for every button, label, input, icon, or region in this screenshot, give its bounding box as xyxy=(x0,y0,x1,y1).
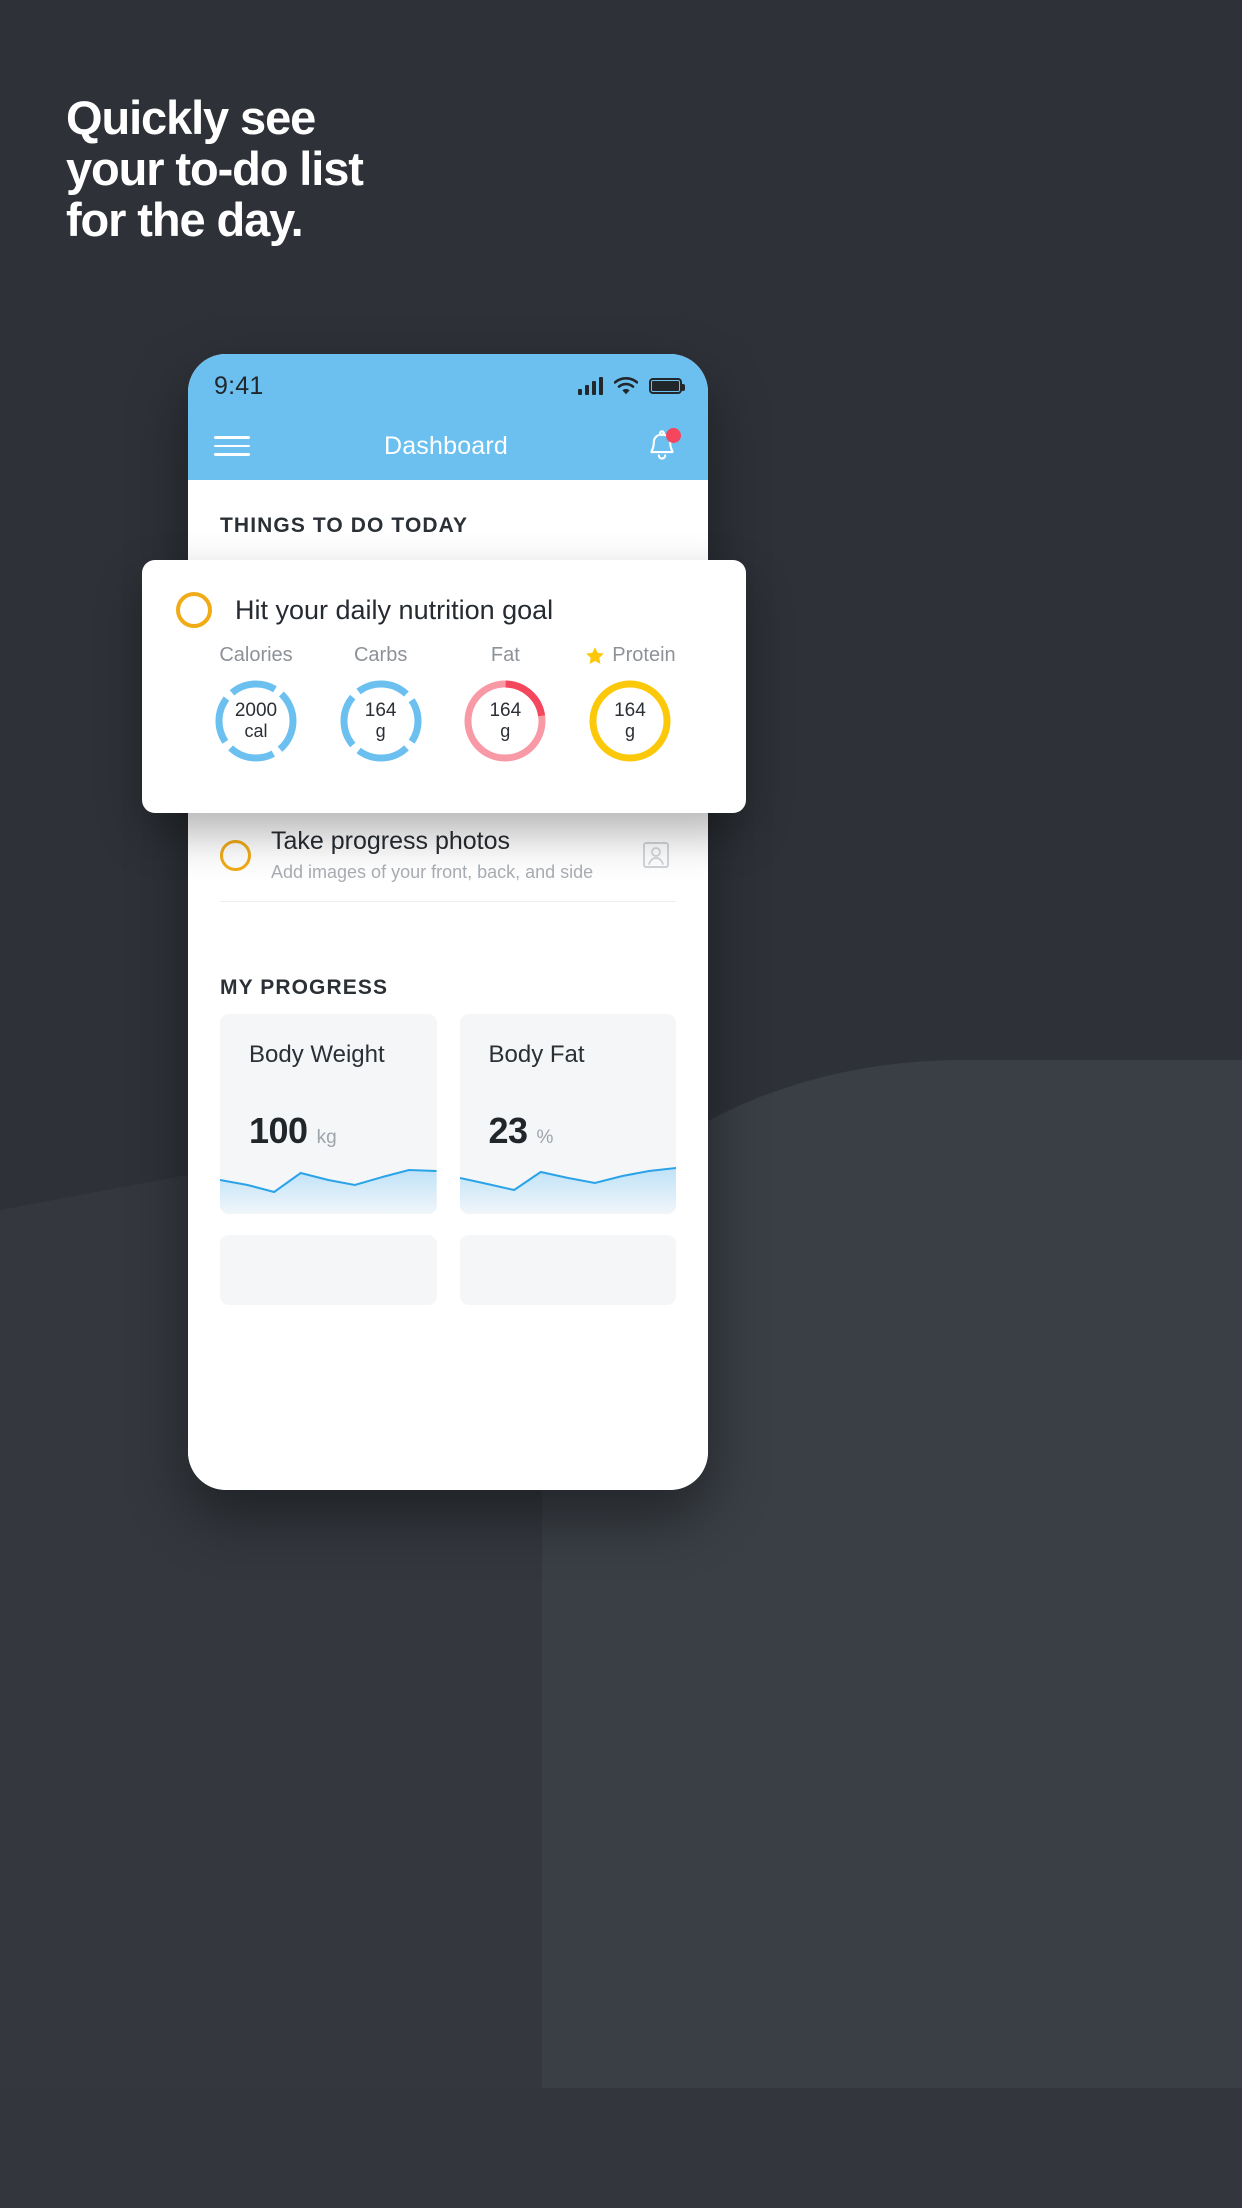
nutrition-card-title: Hit your daily nutrition goal xyxy=(235,594,554,625)
macro-unit: g xyxy=(375,721,386,741)
macro-label: Carbs xyxy=(353,644,408,666)
body-weight-sparkline xyxy=(220,1168,437,1214)
progress-card-value: 100 xyxy=(249,1110,308,1151)
page-title: Dashboard xyxy=(383,431,509,460)
progress-card-label: Body Fat xyxy=(488,1041,585,1068)
hamburger-menu-icon[interactable] xyxy=(214,436,250,456)
wifi-icon xyxy=(614,377,638,395)
nutrition-checkbox-ring[interactable] xyxy=(176,592,212,628)
macro-center-text: 164 g xyxy=(457,673,553,769)
headline-line-3: for the day. xyxy=(66,193,304,246)
person-photo-icon xyxy=(643,842,669,868)
progress-card-unit: kg xyxy=(316,1127,337,1148)
todo-subtitle: Add images of your front, back, and side xyxy=(271,862,594,882)
macro-calories[interactable]: Calories 2000 cal xyxy=(198,644,314,769)
phone-mockup: 9:41 Dashboard THINGS TO DO TODAY Take p… xyxy=(188,354,708,1490)
section-title-progress: MY PROGRESS xyxy=(220,976,389,999)
notification-bell-button[interactable] xyxy=(642,426,682,466)
headline-line-1: Quickly see xyxy=(66,91,316,144)
macro-value: 164 xyxy=(364,700,397,721)
status-clock: 9:41 xyxy=(214,371,264,400)
progress-card-grid-secondary xyxy=(188,1214,708,1305)
todo-checkbox-ring[interactable] xyxy=(220,839,251,871)
macro-label: Protein xyxy=(612,644,676,666)
progress-card-value-row: 23 % xyxy=(489,1110,554,1152)
todo-texts: Take progress photos Add images of your … xyxy=(271,826,616,884)
macro-carbs[interactable]: Carbs 164 g xyxy=(323,644,439,769)
macro-ring: 2000 cal xyxy=(208,673,304,769)
status-icons xyxy=(578,377,685,395)
progress-card-body-fat[interactable]: Body Fat 23 % xyxy=(459,1014,676,1214)
macro-value: 2000 xyxy=(234,700,278,721)
macro-unit: g xyxy=(500,721,511,741)
progress-card-grid: Body Weight 100 kg Body Fat 23 % xyxy=(188,1000,708,1214)
battery-full-icon xyxy=(649,378,685,394)
macro-fat[interactable]: Fat 164 g xyxy=(447,644,563,769)
signal-bars-icon xyxy=(578,377,603,395)
nutrition-goal-card[interactable]: Hit your daily nutrition goal Calories 2… xyxy=(142,560,746,813)
background-bottom-strip xyxy=(0,2088,1242,2208)
nutrition-card-header: Hit your daily nutrition goal xyxy=(176,592,712,628)
progress-card-unit: % xyxy=(536,1127,554,1148)
macro-unit: g xyxy=(624,721,635,741)
todo-title: Take progress photos xyxy=(271,827,511,855)
app-bar: Dashboard xyxy=(188,412,708,480)
progress-card-body-weight[interactable]: Body Weight 100 kg xyxy=(220,1014,437,1214)
progress-card-value-row: 100 kg xyxy=(249,1110,337,1152)
body-fat-sparkline xyxy=(459,1167,676,1214)
macro-label: Calories xyxy=(219,644,293,666)
macro-ring: 164 g xyxy=(582,673,678,769)
section-title-todo: THINGS TO DO TODAY xyxy=(220,514,469,537)
macro-ring-group: Calories 2000 cal Carbs 164 g Fat 164 g … xyxy=(176,628,712,769)
macro-value: 164 xyxy=(489,700,522,721)
macro-value: 164 xyxy=(614,700,646,721)
progress-card-partial-left[interactable] xyxy=(220,1235,437,1305)
macro-protein[interactable]: Protein 164 g xyxy=(572,644,688,769)
macro-center-text: 164 g xyxy=(582,673,678,769)
macro-ring: 164 g xyxy=(333,673,429,769)
headline-line-2: your to-do list xyxy=(66,142,364,195)
macro-label-row: Protein xyxy=(572,644,688,667)
progress-card-partial-right[interactable] xyxy=(459,1235,676,1305)
notification-badge-dot xyxy=(665,428,681,443)
promo-headline: Quickly see your to-do list for the day. xyxy=(66,92,766,245)
progress-card-value: 23 xyxy=(488,1110,529,1151)
macro-center-text: 2000 cal xyxy=(208,673,304,769)
macro-ring: 164 g xyxy=(457,673,553,769)
macro-unit: cal xyxy=(244,721,268,741)
todo-item-take-progress-photos[interactable]: Take progress photos Add images of your … xyxy=(220,808,676,902)
star-icon xyxy=(586,646,605,664)
progress-card-label: Body Weight xyxy=(249,1041,385,1068)
status-bar: 9:41 xyxy=(188,354,708,412)
macro-label: Fat xyxy=(490,644,520,666)
macro-center-text: 164 g xyxy=(333,673,429,769)
